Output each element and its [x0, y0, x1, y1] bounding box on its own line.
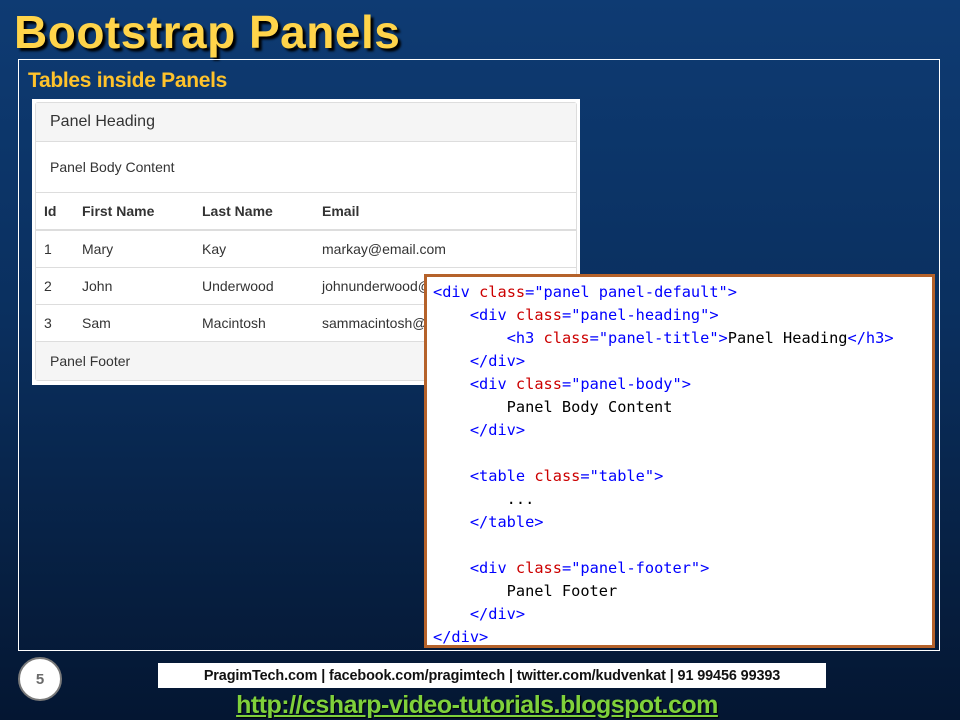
code-token: class	[534, 467, 581, 485]
slide-title: Bootstrap Panels	[14, 6, 401, 58]
code-token: =	[561, 306, 572, 324]
code-token: "panel-footer"	[571, 559, 701, 577]
code-token: </div>	[469, 605, 526, 623]
code-token: </div>	[433, 628, 489, 646]
code-token: </div>	[469, 352, 526, 370]
code-token: "panel-title"	[598, 329, 719, 347]
code-token: class	[515, 375, 562, 393]
panel-footer-text: Panel Footer	[50, 353, 131, 369]
cell-first-name: Mary	[74, 230, 194, 268]
panel-body: Panel Body Content	[36, 142, 576, 193]
table-row: 1 Mary Kay markay@email.com	[36, 230, 576, 268]
cell-last-name: Macintosh	[194, 304, 314, 342]
code-line: </div>	[433, 350, 932, 373]
cell-id: 2	[36, 267, 74, 305]
contact-strip: PragimTech.com | facebook.com/pragimtech…	[158, 663, 826, 688]
code-line: <div class="panel-footer">	[433, 557, 932, 580]
cell-last-name: Kay	[194, 230, 314, 268]
code-token: >	[727, 283, 737, 301]
code-token: "panel panel-default"	[534, 283, 728, 301]
code-token: "table"	[589, 467, 655, 485]
code-token: >	[654, 467, 664, 485]
code-token: >	[718, 329, 728, 347]
table-header-row: Id First Name Last Name Email	[36, 193, 576, 231]
code-token: <div	[469, 559, 516, 577]
code-line: </div>	[433, 626, 932, 646]
cell-id: 3	[36, 304, 74, 342]
code-token: class	[479, 283, 526, 301]
panel-heading: Panel Heading	[36, 103, 576, 142]
code-line: Panel Body Content	[433, 396, 932, 419]
column-header-id: Id	[36, 193, 74, 231]
cell-id: 1	[36, 230, 74, 268]
slide: { "slide": { "title": "Bootstrap Panels"…	[0, 0, 960, 720]
column-header-email: Email	[314, 193, 576, 231]
cell-last-name: Underwood	[194, 267, 314, 305]
code-token: =	[589, 329, 599, 347]
code-line: </div>	[433, 419, 932, 442]
code-line: <div class="panel-heading">	[433, 304, 932, 327]
panel-heading-text: Panel Heading	[50, 113, 155, 130]
code-token: >	[700, 559, 710, 577]
code-line: <h3 class="panel-title">Panel Heading</h…	[433, 327, 932, 350]
code-token: <div	[469, 306, 516, 324]
code-token: class	[543, 329, 590, 347]
cell-first-name: Sam	[74, 304, 194, 342]
code-token: class	[515, 306, 562, 324]
code-snippet: <div class="panel panel-default"> <div c…	[424, 274, 935, 648]
code-token: Panel Heading	[727, 329, 848, 347]
code-token: =	[561, 559, 572, 577]
blog-link[interactable]: http://csharp-video-tutorials.blogspot.c…	[233, 690, 721, 720]
code-token: </div>	[469, 421, 526, 439]
code-token: <table	[469, 467, 535, 485]
code-token: <div	[433, 283, 480, 301]
cell-email: markay@email.com	[314, 230, 576, 268]
cell-first-name: John	[74, 267, 194, 305]
code-line: <table class="table">	[433, 465, 932, 488]
code-token: <h3	[506, 329, 544, 347]
code-token: =	[561, 375, 572, 393]
code-token: >	[709, 306, 719, 324]
code-line: ...	[433, 488, 932, 511]
column-header-last-name: Last Name	[194, 193, 314, 231]
code-token: </h3>	[847, 329, 894, 347]
code-token: <div	[469, 375, 516, 393]
page-number-badge: 5	[18, 657, 62, 701]
code-token: =	[580, 467, 590, 485]
slide-subtitle: Tables inside Panels	[28, 69, 228, 92]
code-token: >	[681, 375, 691, 393]
code-token: "panel-body"	[571, 375, 682, 393]
panel-body-text: Panel Body Content	[50, 159, 175, 175]
code-token: Panel Footer	[433, 582, 618, 600]
code-line: <div class="panel panel-default">	[433, 281, 932, 304]
code-token: ...	[433, 490, 535, 508]
code-token: "panel-heading"	[571, 306, 710, 324]
code-line: </div>	[433, 603, 932, 626]
code-token: class	[515, 559, 562, 577]
code-token: =	[525, 283, 535, 301]
code-token: Panel Body Content	[433, 398, 673, 416]
code-line: Panel Footer	[433, 580, 932, 603]
column-header-first-name: First Name	[74, 193, 194, 231]
code-line: </table>	[433, 511, 932, 534]
code-token: </table>	[469, 513, 544, 531]
code-line: <div class="panel-body">	[433, 373, 932, 396]
